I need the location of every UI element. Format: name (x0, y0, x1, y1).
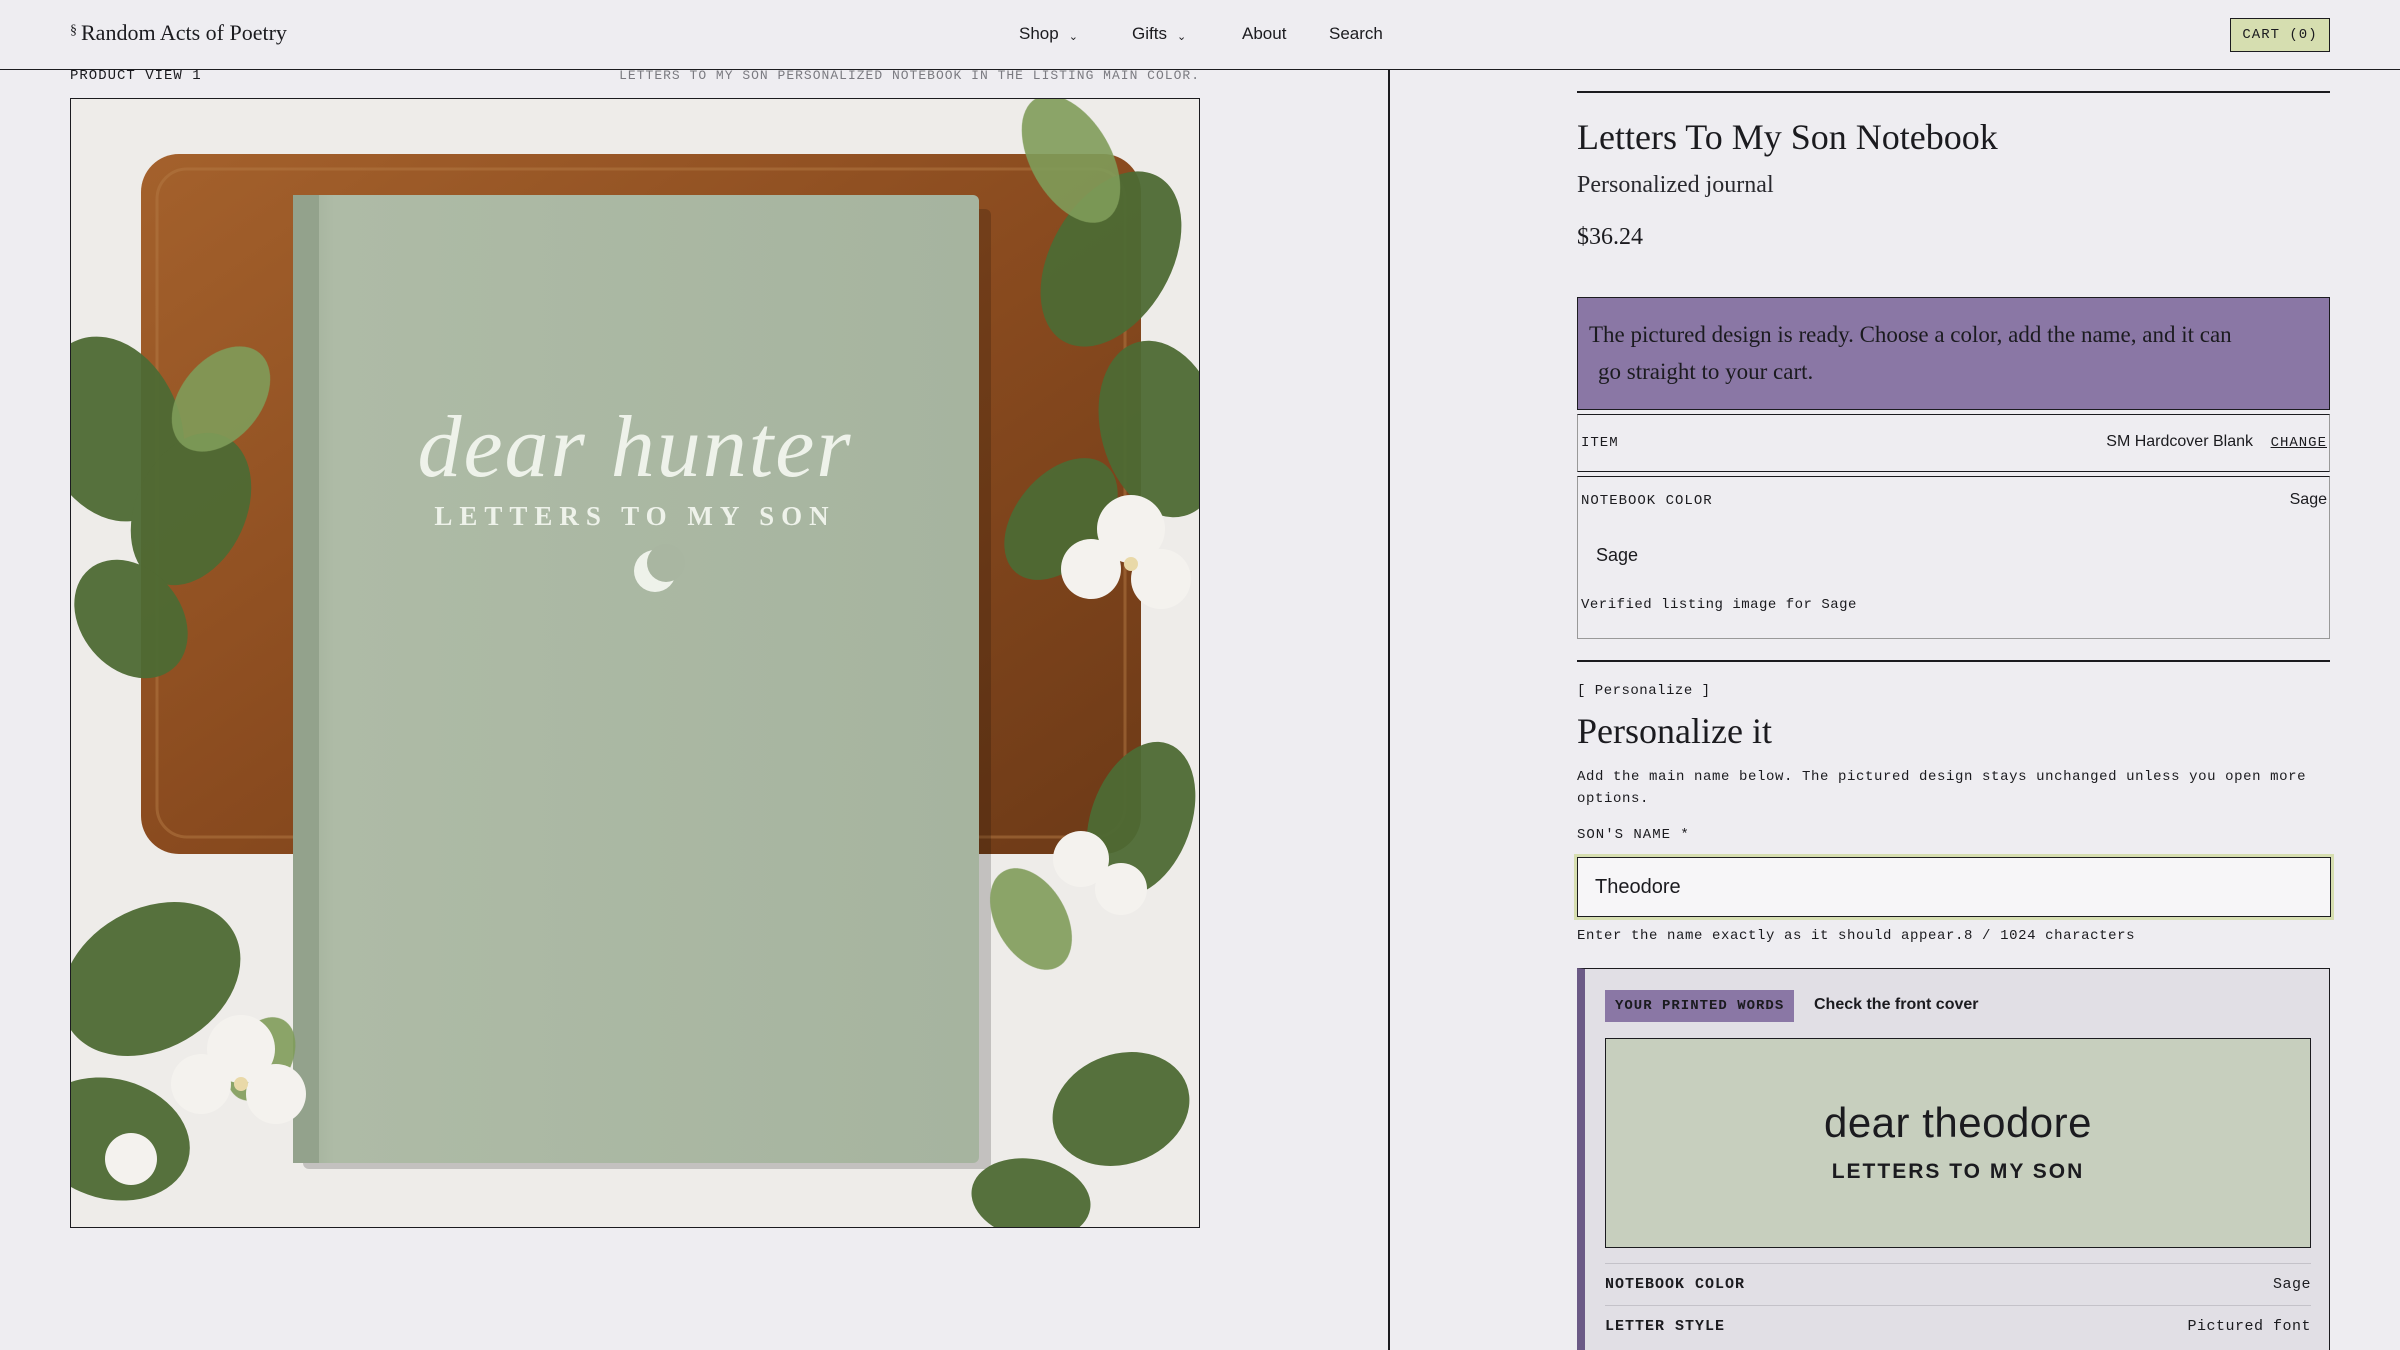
item-label: ITEM (1581, 435, 1619, 451)
summary-key: LETTER STYLE (1605, 1318, 1726, 1335)
site-header: § Random Acts of Poetry Shop ⌄ Gifts ⌄ Ab… (0, 0, 2400, 70)
column-divider (1388, 70, 1390, 1350)
product-price: $36.24 (1577, 224, 1643, 250)
color-note: Verified listing image for Sage (1581, 597, 1857, 613)
nav-about-label: About (1242, 24, 1287, 43)
preview-title: LETTERS TO MY SON (1831, 1160, 2085, 1183)
chevron-down-icon: ⌄ (1068, 30, 1078, 43)
summary-value: Pictured font (2187, 1318, 2311, 1335)
change-item-button[interactable]: CHANGE (2271, 435, 2327, 451)
summary-key: NOTEBOOK COLOR (1605, 1276, 1746, 1293)
nav-shop[interactable]: Shop ⌄ (1019, 24, 1078, 44)
son-name-label: SON'S NAME * (1577, 827, 1690, 843)
cover-preview: dear theodore LETTERS TO MY SON (1605, 1038, 2311, 1248)
brand-logo[interactable]: § Random Acts of Poetry (70, 20, 287, 46)
color-value: Sage (2289, 491, 2327, 508)
product-view-label: PRODUCT VIEW 1 (70, 68, 202, 84)
nav-search[interactable]: Search (1329, 24, 1383, 44)
personalize-rule (1577, 660, 2330, 662)
item-row: ITEM SM Hardcover Blank CHANGE (1577, 414, 2330, 472)
brand-mark-icon: § (70, 23, 77, 38)
cart-button[interactable]: CART (0) (2230, 18, 2330, 52)
preview-name: dear theodore (1823, 1099, 2093, 1146)
summary-value: Sage (2272, 1276, 2311, 1293)
item-value: SM Hardcover Blank (2106, 433, 2253, 450)
cover-script: dear hunter (417, 399, 853, 496)
product-title: Letters To My Son Notebook (1577, 117, 1998, 157)
product-subtitle: Personalized journal (1577, 172, 1774, 198)
color-label: NOTEBOOK COLOR (1581, 493, 1713, 509)
printed-words-note: Check the front cover (1814, 996, 1979, 1013)
son-name-hint: Enter the name exactly as it should appe… (1577, 928, 2136, 944)
printed-words-badge: YOUR PRINTED WORDS (1605, 990, 1795, 1022)
ready-banner-line2: go straight to your cart. (1598, 359, 1814, 384)
ready-banner-line1: The pictured design is ready. Choose a c… (1589, 322, 2232, 347)
panel-top-rule (1577, 91, 2330, 93)
chevron-down-icon: ⌄ (1176, 30, 1187, 43)
printed-words-panel: YOUR PRINTED WORDS Check the front cover… (1577, 968, 2330, 1350)
cover-title: LETTERS TO MY SON (434, 501, 836, 531)
nav-shop-label: Shop (1019, 24, 1059, 43)
image-caption: LETTERS TO MY SON PERSONALIZED NOTEBOOK … (619, 68, 1200, 83)
summary-row-color: NOTEBOOK COLOR Sage (1605, 1263, 2311, 1305)
son-name-focus-ring (1574, 854, 2334, 920)
ready-banner: The pictured design is ready. Choose a c… (1577, 297, 2330, 410)
nav-gifts[interactable]: Gifts ⌄ (1132, 24, 1186, 44)
son-name-input[interactable] (1577, 857, 2331, 917)
nav-gifts-label: Gifts (1132, 24, 1167, 43)
personalize-heading: Personalize it (1577, 711, 1772, 751)
notebook-color-selector: NOTEBOOK COLOR Sage Sage Verified listin… (1577, 476, 2330, 639)
personalize-tag: [ Personalize ] (1577, 683, 1711, 699)
nav-search-label: Search (1329, 24, 1383, 43)
nav-about[interactable]: About (1242, 24, 1286, 44)
brand-name: Random Acts of Poetry (81, 20, 287, 45)
color-option-sage[interactable]: Sage (1596, 545, 1638, 566)
summary-row-letter-style: LETTER STYLE Pictured font (1605, 1305, 2311, 1347)
personalize-help: Add the main name below. The pictured de… (1577, 769, 2307, 807)
product-image[interactable]: dear hunter LETTERS TO MY SON (70, 98, 1200, 1228)
product-photo (71, 99, 1199, 1227)
